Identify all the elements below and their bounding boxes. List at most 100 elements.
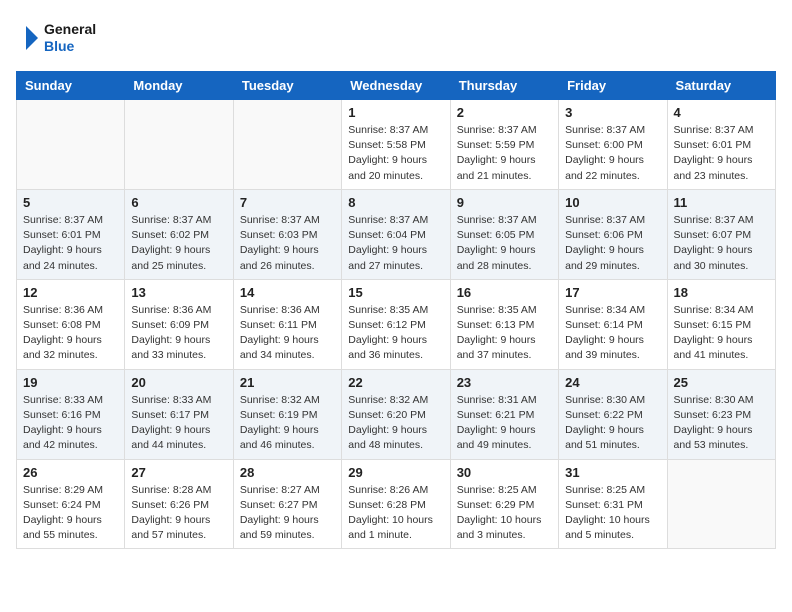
calendar-day-cell: 10 Sunrise: 8:37 AM Sunset: 6:06 PM Dayli… xyxy=(559,189,667,279)
weekday-header: Friday xyxy=(559,72,667,100)
weekday-header: Saturday xyxy=(667,72,775,100)
day-info: Sunrise: 8:34 AM Sunset: 6:15 PM Dayligh… xyxy=(674,303,769,364)
calendar-day-cell: 9 Sunrise: 8:37 AM Sunset: 6:05 PM Daylig… xyxy=(450,189,558,279)
day-info: Sunrise: 8:28 AM Sunset: 6:26 PM Dayligh… xyxy=(131,483,226,544)
header: General Blue xyxy=(16,16,776,61)
svg-text:Blue: Blue xyxy=(44,38,75,54)
calendar-day-cell: 5Sunrise: 8:37 AM Sunset: 6:01 PM Daylig… xyxy=(17,189,125,279)
calendar-day-cell: 23Sunrise: 8:31 AM Sunset: 6:21 PM Dayli… xyxy=(450,369,558,459)
logo-svg: General Blue xyxy=(16,16,106,61)
day-number: 20 xyxy=(131,375,226,390)
day-number: 4 xyxy=(674,105,769,120)
weekday-header: Wednesday xyxy=(342,72,450,100)
day-number: 15 xyxy=(348,285,443,300)
calendar-day-cell: 13 Sunrise: 8:36 AM Sunset: 6:09 PM Dayli… xyxy=(125,279,233,369)
weekday-header: Thursday xyxy=(450,72,558,100)
day-info: Sunrise: 8:37 AM Sunset: 6:01 PM Dayligh… xyxy=(674,123,769,184)
day-info: Sunrise: 8:37 AM Sunset: 6:06 PM Dayligh… xyxy=(565,213,660,274)
calendar-day-cell: 16 Sunrise: 8:35 AM Sunset: 6:13 PM Dayli… xyxy=(450,279,558,369)
calendar-day-cell: 6 Sunrise: 8:37 AM Sunset: 6:02 PM Daylig… xyxy=(125,189,233,279)
calendar-day-cell: 26Sunrise: 8:29 AM Sunset: 6:24 PM Dayli… xyxy=(17,459,125,549)
day-info: Sunrise: 8:35 AM Sunset: 6:12 PM Dayligh… xyxy=(348,303,443,364)
day-number: 25 xyxy=(674,375,769,390)
day-info: Sunrise: 8:36 AM Sunset: 6:09 PM Dayligh… xyxy=(131,303,226,364)
day-number: 29 xyxy=(348,465,443,480)
day-info: Sunrise: 8:36 AM Sunset: 6:11 PM Dayligh… xyxy=(240,303,335,364)
calendar-day-cell: 1 Sunrise: 8:37 AM Sunset: 5:58 PM Daylig… xyxy=(342,100,450,190)
calendar-day-cell: 17Sunrise: 8:34 AM Sunset: 6:14 PM Dayli… xyxy=(559,279,667,369)
day-number: 22 xyxy=(348,375,443,390)
calendar-day-cell xyxy=(17,100,125,190)
calendar-day-cell: 18 Sunrise: 8:34 AM Sunset: 6:15 PM Dayli… xyxy=(667,279,775,369)
calendar-day-cell: 30Sunrise: 8:25 AM Sunset: 6:29 PM Dayli… xyxy=(450,459,558,549)
day-info: Sunrise: 8:26 AM Sunset: 6:28 PM Dayligh… xyxy=(348,483,443,544)
day-number: 19 xyxy=(23,375,118,390)
day-info: Sunrise: 8:37 AM Sunset: 5:59 PM Dayligh… xyxy=(457,123,552,184)
day-info: Sunrise: 8:37 AM Sunset: 6:00 PM Dayligh… xyxy=(565,123,660,184)
day-info: Sunrise: 8:33 AM Sunset: 6:16 PM Dayligh… xyxy=(23,393,118,454)
day-info: Sunrise: 8:37 AM Sunset: 6:05 PM Dayligh… xyxy=(457,213,552,274)
calendar-day-cell: 21 Sunrise: 8:32 AM Sunset: 6:19 PM Dayli… xyxy=(233,369,341,459)
calendar-day-cell xyxy=(667,459,775,549)
day-number: 17 xyxy=(565,285,660,300)
day-number: 28 xyxy=(240,465,335,480)
day-number: 6 xyxy=(131,195,226,210)
logo: General Blue xyxy=(16,16,106,61)
day-info: Sunrise: 8:37 AM Sunset: 6:03 PM Dayligh… xyxy=(240,213,335,274)
calendar-day-cell: 31Sunrise: 8:25 AM Sunset: 6:31 PM Dayli… xyxy=(559,459,667,549)
calendar-day-cell: 22 Sunrise: 8:32 AM Sunset: 6:20 PM Dayli… xyxy=(342,369,450,459)
calendar-day-cell: 24Sunrise: 8:30 AM Sunset: 6:22 PM Dayli… xyxy=(559,369,667,459)
calendar-day-cell: 12 Sunrise: 8:36 AM Sunset: 6:08 PM Dayli… xyxy=(17,279,125,369)
weekday-header: Sunday xyxy=(17,72,125,100)
day-info: Sunrise: 8:37 AM Sunset: 6:04 PM Dayligh… xyxy=(348,213,443,274)
day-number: 13 xyxy=(131,285,226,300)
day-number: 8 xyxy=(348,195,443,210)
day-number: 2 xyxy=(457,105,552,120)
weekday-header: Monday xyxy=(125,72,233,100)
svg-text:General: General xyxy=(44,21,96,37)
day-number: 21 xyxy=(240,375,335,390)
calendar-day-cell: 4 Sunrise: 8:37 AM Sunset: 6:01 PM Daylig… xyxy=(667,100,775,190)
day-info: Sunrise: 8:33 AM Sunset: 6:17 PM Dayligh… xyxy=(131,393,226,454)
day-info: Sunrise: 8:32 AM Sunset: 6:19 PM Dayligh… xyxy=(240,393,335,454)
calendar-table: SundayMondayTuesdayWednesdayThursdayFrid… xyxy=(16,71,776,549)
calendar-day-cell: 14 Sunrise: 8:36 AM Sunset: 6:11 PM Dayli… xyxy=(233,279,341,369)
day-info: Sunrise: 8:25 AM Sunset: 6:31 PM Dayligh… xyxy=(565,483,660,544)
day-info: Sunrise: 8:32 AM Sunset: 6:20 PM Dayligh… xyxy=(348,393,443,454)
day-info: Sunrise: 8:30 AM Sunset: 6:22 PM Dayligh… xyxy=(565,393,660,454)
day-info: Sunrise: 8:35 AM Sunset: 6:13 PM Dayligh… xyxy=(457,303,552,364)
day-number: 11 xyxy=(674,195,769,210)
day-number: 9 xyxy=(457,195,552,210)
day-number: 12 xyxy=(23,285,118,300)
day-number: 14 xyxy=(240,285,335,300)
calendar-week-row: 1 Sunrise: 8:37 AM Sunset: 5:58 PM Daylig… xyxy=(17,100,776,190)
day-number: 26 xyxy=(23,465,118,480)
calendar-day-cell: 8 Sunrise: 8:37 AM Sunset: 6:04 PM Daylig… xyxy=(342,189,450,279)
weekday-header: Tuesday xyxy=(233,72,341,100)
calendar-day-cell xyxy=(233,100,341,190)
day-info: Sunrise: 8:37 AM Sunset: 5:58 PM Dayligh… xyxy=(348,123,443,184)
day-number: 16 xyxy=(457,285,552,300)
day-info: Sunrise: 8:37 AM Sunset: 6:01 PM Dayligh… xyxy=(23,213,118,274)
calendar-day-cell: 27 Sunrise: 8:28 AM Sunset: 6:26 PM Dayli… xyxy=(125,459,233,549)
day-number: 23 xyxy=(457,375,552,390)
day-info: Sunrise: 8:37 AM Sunset: 6:02 PM Dayligh… xyxy=(131,213,226,274)
calendar-day-cell: 3 Sunrise: 8:37 AM Sunset: 6:00 PM Daylig… xyxy=(559,100,667,190)
header-row: SundayMondayTuesdayWednesdayThursdayFrid… xyxy=(17,72,776,100)
calendar-day-cell: 19 Sunrise: 8:33 AM Sunset: 6:16 PM Dayli… xyxy=(17,369,125,459)
calendar-week-row: 5Sunrise: 8:37 AM Sunset: 6:01 PM Daylig… xyxy=(17,189,776,279)
day-number: 27 xyxy=(131,465,226,480)
day-number: 1 xyxy=(348,105,443,120)
day-info: Sunrise: 8:36 AM Sunset: 6:08 PM Dayligh… xyxy=(23,303,118,364)
day-info: Sunrise: 8:25 AM Sunset: 6:29 PM Dayligh… xyxy=(457,483,552,544)
calendar-day-cell: 29 Sunrise: 8:26 AM Sunset: 6:28 PM Dayli… xyxy=(342,459,450,549)
calendar-week-row: 12 Sunrise: 8:36 AM Sunset: 6:08 PM Dayli… xyxy=(17,279,776,369)
calendar-day-cell: 11 Sunrise: 8:37 AM Sunset: 6:07 PM Dayli… xyxy=(667,189,775,279)
calendar-day-cell: 2 Sunrise: 8:37 AM Sunset: 5:59 PM Daylig… xyxy=(450,100,558,190)
calendar-day-cell: 28Sunrise: 8:27 AM Sunset: 6:27 PM Dayli… xyxy=(233,459,341,549)
day-number: 18 xyxy=(674,285,769,300)
calendar-day-cell: 7Sunrise: 8:37 AM Sunset: 6:03 PM Daylig… xyxy=(233,189,341,279)
day-number: 3 xyxy=(565,105,660,120)
day-number: 10 xyxy=(565,195,660,210)
day-info: Sunrise: 8:37 AM Sunset: 6:07 PM Dayligh… xyxy=(674,213,769,274)
